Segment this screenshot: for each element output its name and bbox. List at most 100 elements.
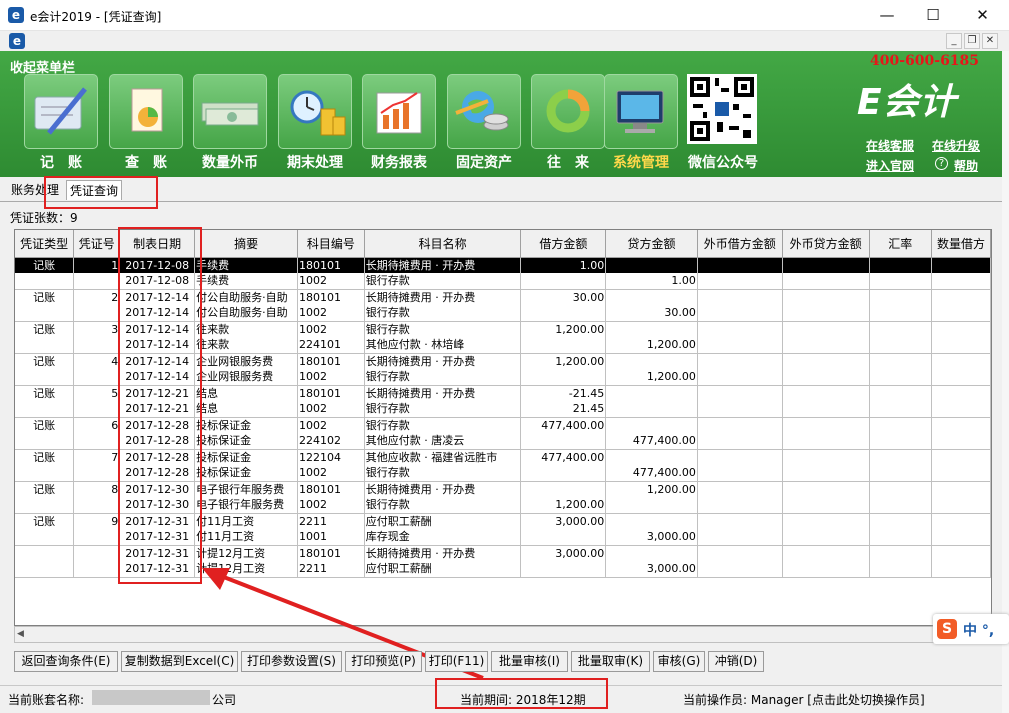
print-settings-button[interactable]: 打印参数设置(S) bbox=[241, 651, 342, 672]
nav-label-currency[interactable]: 数量外币 bbox=[193, 152, 267, 172]
cell-empty bbox=[782, 273, 870, 290]
cell-account: 银行存款 bbox=[364, 305, 522, 322]
nav-label-period-end[interactable]: 期末处理 bbox=[278, 152, 352, 172]
col-header[interactable]: 汇率 bbox=[869, 230, 933, 258]
cell-summary: 手续费 bbox=[194, 257, 299, 273]
cell-empty bbox=[931, 321, 991, 337]
cell-summary: 投标保证金 bbox=[194, 465, 299, 482]
cell-type bbox=[15, 545, 75, 561]
close-button[interactable]: ✕ bbox=[956, 0, 1009, 31]
cell-type bbox=[15, 305, 75, 322]
cell-empty bbox=[931, 369, 991, 386]
print-button[interactable]: 打印(F11) bbox=[425, 651, 488, 672]
child-minimize-button[interactable]: _ bbox=[946, 33, 962, 49]
cell-empty bbox=[697, 417, 783, 433]
cell-empty bbox=[869, 337, 933, 354]
qr-code-icon bbox=[687, 74, 757, 144]
back-to-query-button[interactable]: 返回查询条件(E) bbox=[14, 651, 118, 672]
print-preview-button[interactable]: 打印预览(P) bbox=[345, 651, 422, 672]
nav-button-system[interactable] bbox=[604, 74, 678, 149]
nav-button-currency[interactable] bbox=[193, 74, 267, 149]
col-header[interactable]: 科目编号 bbox=[297, 230, 365, 258]
cell-empty bbox=[782, 321, 870, 337]
cell-empty bbox=[869, 257, 933, 273]
cell-type: 记账 bbox=[15, 513, 75, 529]
online-service-link[interactable]: 在线客服 bbox=[866, 137, 914, 154]
cell-credit bbox=[605, 401, 698, 418]
nav-button-transactions[interactable] bbox=[531, 74, 605, 149]
col-header[interactable]: 科目名称 bbox=[364, 230, 522, 258]
cell-account: 银行存款 bbox=[364, 321, 522, 337]
nav-button-ledger[interactable] bbox=[24, 74, 98, 149]
reverse-button[interactable]: 冲销(D) bbox=[708, 651, 764, 672]
nav-label-system[interactable]: 系统管理 bbox=[604, 152, 678, 172]
audit-button[interactable]: 审核(G) bbox=[653, 651, 705, 672]
cell-empty bbox=[697, 401, 783, 418]
online-upgrade-link[interactable]: 在线升级 bbox=[932, 137, 980, 154]
cell-code: 1002 bbox=[297, 273, 365, 290]
cell-empty bbox=[782, 385, 870, 401]
cell-type: 记账 bbox=[15, 321, 75, 337]
batch-cancel-audit-button[interactable]: 批量取审(K) bbox=[571, 651, 650, 672]
cell-account: 银行存款 bbox=[364, 273, 522, 290]
cell-empty bbox=[931, 257, 991, 273]
current-operator[interactable]: 当前操作员: Manager [点击此处切换操作员] bbox=[683, 691, 925, 708]
copy-to-excel-button[interactable]: 复制数据到Excel(C) bbox=[121, 651, 238, 672]
service-phone: 400-600-6185 bbox=[870, 53, 980, 69]
col-header[interactable]: 外币贷方金额 bbox=[782, 230, 870, 258]
ring-chart-icon bbox=[546, 89, 590, 133]
cell-debit bbox=[520, 337, 607, 354]
ime-widget[interactable]: S 中 °, bbox=[933, 614, 1009, 644]
col-header[interactable]: 凭证类型 bbox=[15, 230, 75, 258]
cell-empty bbox=[931, 481, 991, 497]
cell-empty bbox=[697, 305, 783, 322]
nav-label-wechat[interactable]: 微信公众号 bbox=[682, 152, 764, 172]
scroll-left-icon[interactable]: ◀ bbox=[17, 629, 24, 639]
nav-button-query[interactable] bbox=[109, 74, 183, 149]
cell-empty bbox=[869, 385, 933, 401]
cell-type bbox=[15, 529, 75, 546]
cell-credit bbox=[605, 257, 698, 273]
cell-empty bbox=[931, 273, 991, 290]
col-header[interactable]: 贷方金额 bbox=[605, 230, 698, 258]
cell-debit bbox=[520, 273, 607, 290]
maximize-button[interactable]: ☐ bbox=[910, 0, 956, 31]
cell-no bbox=[73, 433, 121, 450]
batch-audit-button[interactable]: 批量审核(I) bbox=[491, 651, 568, 672]
horizontal-scrollbar[interactable]: ◀ bbox=[14, 626, 992, 643]
cell-credit bbox=[605, 417, 698, 433]
cell-debit bbox=[520, 481, 607, 497]
cell-no: 8 bbox=[73, 481, 121, 497]
nav-button-reports[interactable] bbox=[362, 74, 436, 149]
child-close-button[interactable]: ✕ bbox=[982, 33, 998, 49]
cell-empty bbox=[782, 401, 870, 418]
cell-debit: 1,200.00 bbox=[520, 321, 607, 337]
cell-code: 1002 bbox=[297, 497, 365, 514]
ime-status: 中 °, bbox=[963, 623, 995, 639]
col-header[interactable]: 凭证号 bbox=[73, 230, 121, 258]
nav-label-reports[interactable]: 财务报表 bbox=[362, 152, 436, 172]
minimize-button[interactable]: — bbox=[864, 0, 910, 31]
monitor-icon bbox=[616, 90, 664, 133]
cell-debit: 1,200.00 bbox=[520, 497, 607, 514]
cell-summary: 投标保证金 bbox=[194, 433, 299, 450]
nav-label-ledger[interactable]: 记 账 bbox=[24, 152, 98, 172]
cell-debit: 477,400.00 bbox=[520, 449, 607, 465]
help-link[interactable]: 帮助 bbox=[954, 157, 978, 174]
website-link[interactable]: 进入官网 bbox=[866, 157, 914, 174]
cell-empty bbox=[782, 417, 870, 433]
nav-label-transactions[interactable]: 往 来 bbox=[531, 152, 605, 172]
col-header[interactable]: 数量借方 bbox=[931, 230, 991, 258]
cell-summary: 投标保证金 bbox=[194, 449, 299, 465]
help-icon[interactable]: ? bbox=[935, 157, 948, 170]
cell-no bbox=[73, 561, 121, 578]
nav-label-query[interactable]: 查 账 bbox=[109, 152, 183, 172]
nav-button-period-end[interactable] bbox=[278, 74, 352, 149]
nav-button-fixed-assets[interactable] bbox=[447, 74, 521, 149]
col-header[interactable]: 外币借方金额 bbox=[697, 230, 783, 258]
cell-credit: 30.00 bbox=[605, 305, 698, 322]
col-header[interactable]: 摘要 bbox=[194, 230, 299, 258]
nav-label-fixed-assets[interactable]: 固定资产 bbox=[447, 152, 521, 172]
col-header[interactable]: 借方金额 bbox=[520, 230, 607, 258]
child-restore-button[interactable]: ❐ bbox=[964, 33, 980, 49]
